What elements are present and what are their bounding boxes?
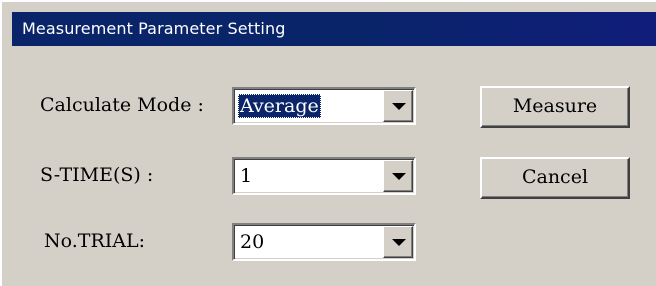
s-time-select[interactable]: 1 <box>232 157 416 195</box>
s-time-value: 1 <box>240 165 253 187</box>
calculate-mode-dropdown-button[interactable] <box>383 90 413 122</box>
chevron-down-icon <box>392 173 406 180</box>
title-bar[interactable]: Measurement Parameter Setting <box>12 12 656 46</box>
cancel-button[interactable]: Cancel <box>480 157 630 199</box>
calculate-mode-select[interactable]: Average <box>232 87 416 125</box>
s-time-label: S-TIME(S) : <box>40 164 154 186</box>
chevron-down-icon <box>392 103 406 110</box>
dialog-window: Measurement Parameter Setting Calculate … <box>0 0 656 286</box>
no-trial-label: No.TRIAL: <box>44 230 145 252</box>
measure-button[interactable]: Measure <box>480 86 630 128</box>
calculate-mode-value: Average <box>238 94 321 118</box>
calculate-mode-label: Calculate Mode : <box>40 94 204 116</box>
no-trial-dropdown-button[interactable] <box>383 226 413 258</box>
no-trial-value: 20 <box>240 231 265 253</box>
chevron-down-icon <box>392 239 406 246</box>
window-title: Measurement Parameter Setting <box>22 19 286 38</box>
s-time-dropdown-button[interactable] <box>383 160 413 192</box>
no-trial-select[interactable]: 20 <box>232 223 416 261</box>
